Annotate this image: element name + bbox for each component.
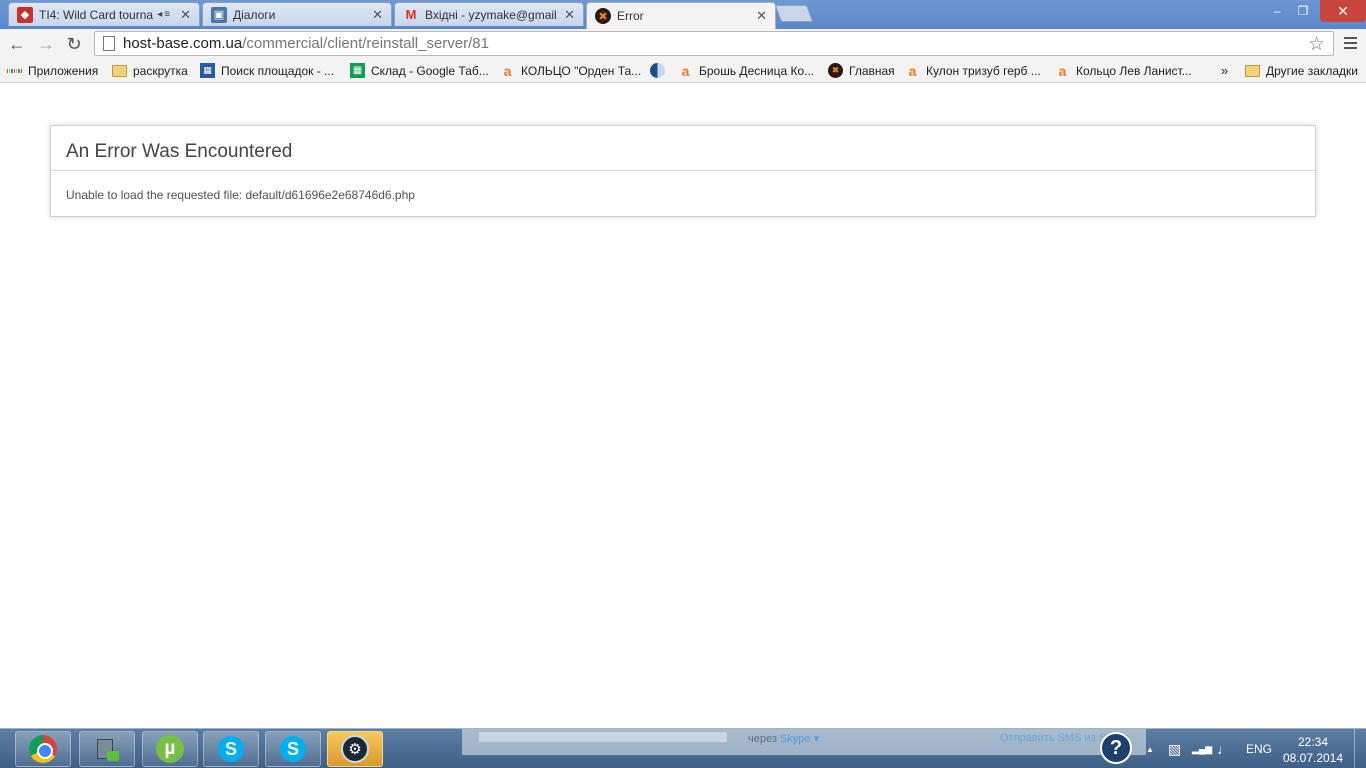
bookmark-lion-ring[interactable]: a Кольцо Лев Ланист... [1055, 62, 1192, 79]
taskbar-chrome[interactable] [15, 731, 71, 767]
tray-arrow-icon[interactable]: ▲ [1146, 729, 1154, 768]
forward-button[interactable]: → [34, 32, 58, 56]
skype-icon: S [280, 736, 306, 762]
reload-button[interactable]: ↻ [62, 32, 86, 56]
address-bar[interactable]: host-base.com.ua/commercial/client/reins… [94, 31, 1334, 56]
bookmark-star-icon[interactable]: ☆ [1308, 33, 1325, 56]
skype-via-label: через Skype ▾ [748, 732, 819, 745]
bookmark-pendant[interactable]: a Кулон тризуб герб ... [905, 62, 1041, 79]
site-icon: ✖ [828, 63, 843, 78]
minimize-button[interactable]: – [1264, 0, 1290, 22]
page-title: An Error Was Encountered [66, 141, 293, 162]
error-message: Unable to load the requested file: defau… [66, 188, 415, 202]
taskbar-skype-2[interactable]: S [265, 731, 321, 767]
chrome-icon [29, 735, 57, 763]
steam-icon: ⚙ [341, 735, 369, 763]
language-indicator[interactable]: ENG [1246, 729, 1272, 768]
clock-time: 22:34 [1297, 735, 1329, 749]
skype-input-field [478, 731, 728, 743]
bookmark-brooch[interactable]: a Брошь Десница Ко... [678, 62, 815, 79]
error-container: An Error Was Encountered Unable to load … [50, 125, 1316, 217]
site-icon: ▦ [200, 63, 215, 78]
signal-icon[interactable]: ▂▄▆ [1192, 729, 1212, 768]
apps-grid-icon [6, 63, 23, 78]
device-icon[interactable]: ▧ [1168, 729, 1181, 768]
back-button[interactable]: ← [5, 32, 29, 56]
bookmark-label: Брошь Десница Ко... [699, 63, 815, 78]
clock[interactable]: 22:34 08.07.2014 [1280, 734, 1346, 766]
bookmark-label: Склад - Google Таб... [371, 63, 489, 78]
bookmark-label: Кольцо Лев Ланист... [1076, 63, 1192, 78]
clock-date: 08.07.2014 [1282, 751, 1344, 765]
gmail-icon: M [405, 7, 417, 22]
bookmark-label: Приложения [28, 63, 99, 78]
bookmark-main[interactable]: ✖ Главная [828, 62, 895, 79]
tab-title: Error [617, 9, 644, 23]
folder-icon [1245, 63, 1260, 78]
close-tab-icon[interactable]: ✕ [180, 7, 191, 23]
page-icon [103, 36, 115, 51]
close-tab-icon[interactable]: ✕ [564, 7, 575, 23]
dota-icon: ◆ [17, 6, 33, 23]
divider [51, 170, 1315, 171]
tab-error[interactable]: ✖ Error ✕ [586, 2, 776, 29]
browser-toolbar: ← → ↻ host-base.com.ua/commercial/client… [0, 29, 1366, 58]
sound-icon[interactable]: ♩ [1217, 729, 1231, 768]
globe-icon [650, 63, 665, 78]
bookmark-label: Поиск площадок - ... [221, 63, 335, 78]
skype-icon: S [218, 736, 244, 762]
bookmark-folder-promo[interactable]: раскрутка [112, 62, 188, 79]
bookmarks-bar: Приложения раскрутка ▦ Поиск площадок - … [0, 58, 1366, 83]
skype-window-peek: через Skype ▾ Отправить SMS из Skype [462, 729, 1146, 755]
site-icon: ✖ [595, 8, 611, 24]
windows-taskbar: µ S S ⚙ через Skype ▾ Отправить SMS из S… [0, 728, 1366, 768]
folder-icon [112, 63, 127, 78]
url-path: /commercial/client/reinstall_server/81 [242, 35, 489, 52]
avito-icon: a [1058, 62, 1067, 79]
bookmark-other[interactable]: Другие закладки [1245, 62, 1358, 79]
bookmark-label: Кулон тризуб герб ... [926, 63, 1041, 78]
close-tab-icon[interactable]: ✕ [756, 8, 767, 24]
taskbar-skype-1[interactable]: S [203, 731, 259, 767]
bookmark-ring-order[interactable]: a КОЛЬЦО "Орден Та... [500, 62, 642, 79]
bookmark-label: раскрутка [133, 63, 188, 78]
tab-title: TI4: Wild Card tournam [39, 7, 154, 22]
restore-button[interactable]: ❐ [1290, 0, 1316, 22]
taskbar-utorrent[interactable]: µ [142, 731, 198, 767]
avito-icon: a [681, 62, 690, 79]
avito-icon: a [503, 62, 512, 79]
sheets-icon: ▦ [350, 63, 365, 78]
taskbar-steam[interactable]: ⚙ [327, 731, 383, 767]
network-folder-icon [95, 735, 119, 763]
tab-title: Діалоги [233, 7, 276, 22]
help-icon[interactable]: ? [1100, 732, 1132, 764]
utorrent-icon: µ [156, 735, 184, 763]
close-window-button[interactable]: ✕ [1320, 0, 1366, 22]
close-tab-icon[interactable]: ✕ [372, 7, 383, 23]
bookmarks-overflow-button[interactable]: » [1221, 62, 1228, 79]
bookmark-label: КОЛЬЦО "Орден Та... [521, 63, 642, 78]
bookmark-google-sheet[interactable]: ▦ Склад - Google Таб... [350, 62, 489, 79]
avito-icon: a [908, 62, 917, 79]
bookmark-search-sites[interactable]: ▦ Поиск площадок - ... [200, 62, 334, 79]
tab-dota[interactable]: ◆ TI4: Wild Card tournam ◂ ≡ ✕ [8, 2, 200, 26]
skype-link: Skype ▾ [779, 733, 820, 745]
bookmark-label: Главная [849, 63, 895, 78]
new-tab-button[interactable] [774, 5, 814, 22]
tab-title: Вхідні - yzymake@gmail.c [425, 7, 559, 22]
browser-tab-strip: ◆ TI4: Wild Card tournam ◂ ≡ ✕ ▣ Діалоги… [0, 0, 1366, 29]
tab-gmail[interactable]: M Вхідні - yzymake@gmail.c ✕ [394, 2, 584, 26]
bookmark-apps[interactable]: Приложения [6, 62, 99, 79]
taskbar-network-folder[interactable] [79, 731, 135, 767]
show-desktop-button[interactable] [1354, 729, 1366, 768]
audio-playing-icon: ◂ ≡ [157, 9, 171, 20]
url-host: host-base.com.ua [123, 35, 243, 52]
chrome-menu-icon[interactable] [1340, 32, 1360, 54]
tab-dialogs[interactable]: ▣ Діалоги ✕ [202, 2, 392, 26]
bookmark-globe[interactable] [650, 62, 671, 79]
vk-messages-icon: ▣ [211, 6, 227, 23]
bookmark-label: Другие закладки [1266, 63, 1358, 78]
via-text: через [748, 733, 777, 745]
